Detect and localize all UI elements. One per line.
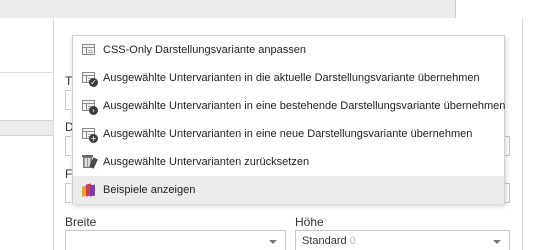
layout-icon bbox=[81, 42, 97, 58]
menu-item-css-only[interactable]: CSS-Only Darstellungsvariante anpassen bbox=[73, 36, 504, 64]
layout-check-icon: ✓ bbox=[81, 70, 98, 87]
layout-arrow-icon: › bbox=[81, 98, 98, 115]
hidden-field-input[interactable] bbox=[65, 90, 71, 110]
divider bbox=[455, 0, 456, 18]
height-value: Standard bbox=[302, 235, 347, 247]
width-select[interactable] bbox=[65, 230, 286, 250]
hidden-field-input[interactable] bbox=[65, 183, 71, 203]
menu-item-label: Ausgewählte Untervarianten in eine neue … bbox=[103, 128, 473, 140]
top-toolbar-area bbox=[0, 0, 455, 18]
side-strip bbox=[0, 120, 60, 136]
menu-item-label: Ausgewählte Untervarianten zurücksetzen bbox=[103, 156, 310, 168]
width-label: Breite bbox=[65, 215, 97, 229]
menu-item-examples[interactable]: Beispiele anzeigen bbox=[73, 176, 504, 204]
context-menu: CSS-Only Darstellungsvariante anpassen ✓… bbox=[72, 35, 505, 204]
chevron-down-icon bbox=[493, 240, 501, 244]
menu-item-apply-new[interactable]: + Ausgewählte Untervarianten in eine neu… bbox=[73, 120, 504, 148]
height-select[interactable]: Standard 0 bbox=[295, 230, 510, 250]
divider bbox=[0, 72, 60, 73]
menu-item-reset[interactable]: Ausgewählte Untervarianten zurücksetzen bbox=[73, 148, 504, 176]
height-label: Höhe bbox=[295, 215, 324, 229]
height-value-suffix: 0 bbox=[349, 235, 356, 247]
menu-item-label: CSS-Only Darstellungsvariante anpassen bbox=[103, 44, 306, 56]
layout-plus-icon: + bbox=[81, 126, 98, 143]
menu-item-apply-existing[interactable]: › Ausgewählte Untervarianten in eine bes… bbox=[73, 92, 506, 120]
examples-book-icon bbox=[81, 182, 97, 198]
menu-item-label: Beispiele anzeigen bbox=[103, 184, 196, 196]
hidden-field-input[interactable] bbox=[65, 136, 71, 156]
menu-item-label: Ausgewählte Untervarianten in eine beste… bbox=[103, 100, 506, 112]
chevron-down-icon bbox=[269, 240, 277, 244]
menu-item-apply-current[interactable]: ✓ Ausgewählte Untervarianten in die aktu… bbox=[73, 64, 504, 92]
reset-brush-icon bbox=[81, 154, 98, 170]
menu-item-label: Ausgewählte Untervarianten in die aktuel… bbox=[103, 72, 480, 84]
